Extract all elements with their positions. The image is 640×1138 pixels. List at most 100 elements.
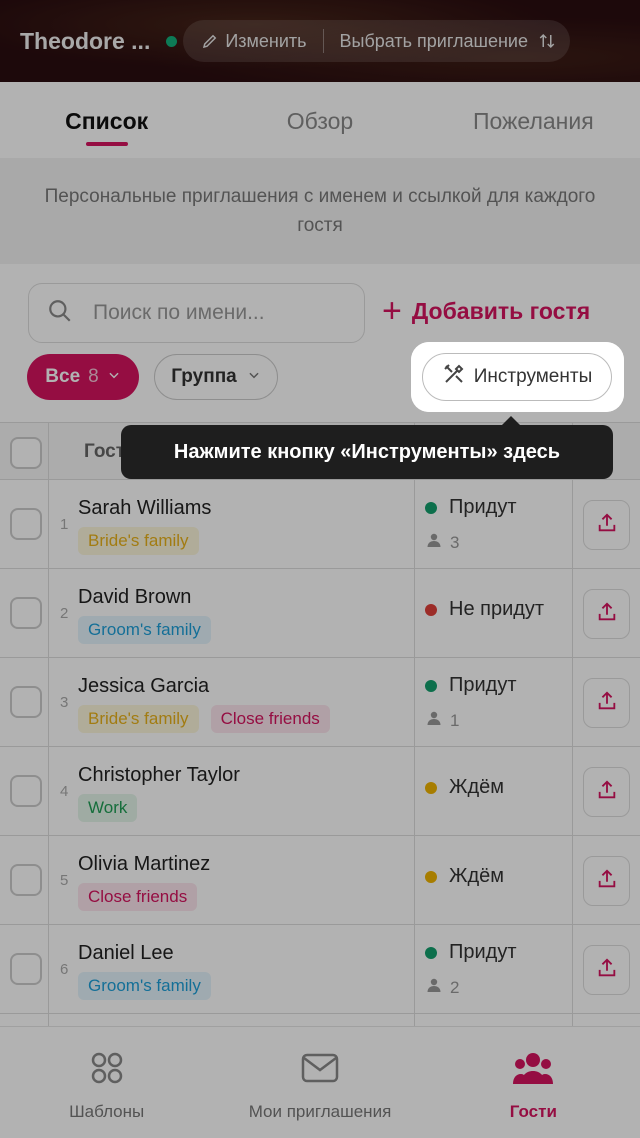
row-checkbox[interactable] [10,775,42,807]
envelope-icon [301,1051,339,1090]
group-tag: Groom's family [78,972,211,1000]
select-all-checkbox[interactable] [10,437,42,469]
person-icon [426,977,442,998]
table-row[interactable]: 3 Jessica Garcia Bride's family Close frien… [0,658,640,747]
attendee-count-value: 1 [450,710,460,730]
share-button[interactable] [583,767,630,817]
share-button[interactable] [583,856,630,906]
group-tag: Close friends [210,705,330,733]
status-dot [425,501,437,514]
column-divider [414,422,415,1026]
share-button[interactable] [583,945,630,995]
rsvp-status: Придут [425,674,517,697]
tab-wishes[interactable]: Пожелания [427,82,640,158]
table-row[interactable]: 2 David Brown Groom's family Не придут [0,569,640,658]
row-checkbox[interactable] [10,508,42,540]
guest-name[interactable]: Christopher Taylor [78,764,240,787]
person-icon [426,532,442,553]
search-icon [47,298,73,329]
group-tag: Bride's family [78,527,199,555]
divider [322,29,324,53]
guest-tags: Bride's family Close friends [78,705,330,733]
search-input[interactable]: Поиск по имени... [28,283,365,343]
status-label: Придут [449,496,517,518]
status-dot [425,870,437,883]
row-number: 2 [60,605,69,622]
table-row[interactable]: 4 Christopher Taylor Work Ждём [0,747,640,836]
add-guest-button[interactable]: + Добавить гостя [382,292,590,330]
group-tag: Close friends [78,883,198,911]
chevron-down-icon [107,366,121,388]
status-dot [425,603,437,616]
column-guest: Гост [84,441,126,462]
row-checkbox[interactable] [10,953,42,985]
guest-name[interactable]: Jessica Garcia [78,675,209,698]
tools-label: Инструменты [473,366,593,387]
event-title[interactable]: Theodore ... [20,28,150,55]
guest-tags: Close friends [78,883,198,911]
nav-guests[interactable]: Гости [427,1027,640,1138]
search-placeholder: Поиск по имени... [93,301,265,324]
choose-invitation-button[interactable]: Выбрать приглашение [340,31,528,52]
share-button[interactable] [583,500,630,550]
info-banner: Персональные приглашения с именем и ссыл… [0,158,640,264]
guest-name[interactable]: David Brown [78,586,191,609]
status-label: Придут [449,674,517,696]
row-number: 4 [60,783,69,800]
guest-tags: Groom's family [78,616,211,644]
plus-icon: + [382,292,402,330]
attendee-count: 2 [426,977,459,998]
group-tag: Bride's family [78,705,199,733]
nav-templates[interactable]: Шаблоны [0,1027,213,1138]
tab-bar: Список Обзор Пожелания [0,82,640,158]
filter-group-chip[interactable]: Группа [154,354,278,400]
table-row[interactable]: 1 Sarah Williams Bride's family Придут 3 [0,480,640,569]
attendee-count-value: 2 [450,977,460,997]
share-button[interactable] [583,589,630,639]
filter-all-count: 8 [88,366,99,387]
row-number: 6 [60,961,69,978]
table-row[interactable]: 5 Olivia Martinez Close friends Ждём [0,836,640,925]
rsvp-status: Не придут [425,598,544,621]
rsvp-status: Придут [425,941,517,964]
guest-name[interactable]: Sarah Williams [78,497,211,520]
app-header: Theodore ... Изменить Выбрать приглашени… [0,0,640,82]
attendee-count: 1 [426,710,459,731]
nav-guests-label: Гости [509,1102,557,1121]
guest-name[interactable]: Olivia Martinez [78,853,210,876]
share-icon [596,601,618,628]
bottom-nav: Шаблоны Мои приглашения Гости [0,1026,640,1138]
guest-name[interactable]: Daniel Lee [78,942,174,965]
row-number: 1 [60,516,69,533]
guest-tags: Bride's family [78,527,199,555]
tools-icon [442,362,466,392]
status-dot [425,781,437,794]
status-label: Не придут [449,598,545,620]
tab-list[interactable]: Список [0,82,213,158]
filter-all-chip[interactable]: Все 8 [27,354,139,400]
row-checkbox[interactable] [10,686,42,718]
share-icon [596,868,618,895]
nav-my-invitations-label: Мои приглашения [248,1102,392,1121]
guest-tags: Work [78,794,138,822]
column-divider [572,422,573,1026]
table-row[interactable]: 6 Daniel Lee Groom's family Придут 2 [0,925,640,1014]
row-checkbox[interactable] [10,597,42,629]
status-dot [425,946,437,959]
row-checkbox[interactable] [10,864,42,896]
column-divider [48,422,49,1026]
nav-my-invitations[interactable]: Мои приглашения [213,1027,426,1138]
group-tag: Groom's family [78,616,211,644]
share-icon [596,690,618,717]
tools-button[interactable]: Инструменты [422,353,612,401]
share-icon [596,779,618,806]
row-number: 3 [60,694,69,711]
rsvp-status: Ждём [425,865,504,888]
status-dot [425,679,437,692]
guests-icon [513,1051,554,1090]
onboarding-tooltip: Нажмите кнопку «Инструменты» здесь [121,416,613,479]
tab-overview[interactable]: Обзор [213,82,426,158]
share-button[interactable] [583,678,630,728]
edit-button[interactable]: Изменить [225,31,306,52]
status-label: Придут [449,941,517,963]
